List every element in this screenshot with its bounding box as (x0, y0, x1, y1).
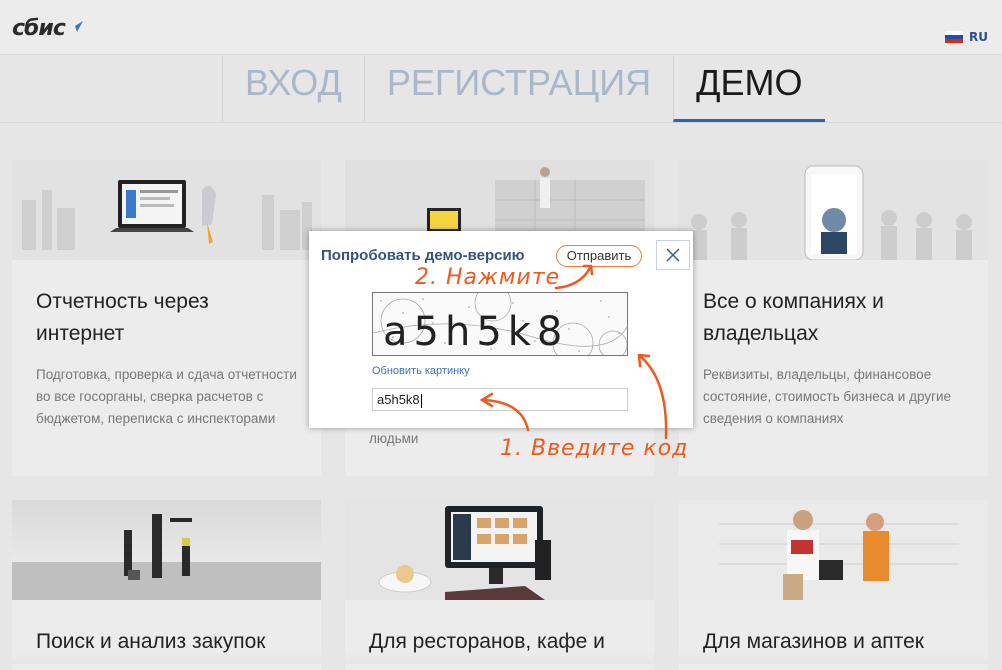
tab-registration[interactable]: РЕГИСТРАЦИЯ (363, 56, 673, 122)
card-image-shop (679, 500, 988, 600)
card-description: Реквизиты, владельцы, финансовое состоян… (703, 367, 952, 426)
card-image-pos (345, 500, 654, 600)
card-reporting[interactable]: Отчетность через интернет Подготовка, пр… (12, 160, 321, 476)
card-tenders[interactable]: Поиск и анализ закупок (12, 500, 321, 670)
input-value: a5h5k8 (377, 392, 420, 407)
card-image-binoculars (12, 500, 321, 600)
captcha-code-input[interactable]: a5h5k8 (372, 388, 628, 411)
auth-tabs: ВХОД РЕГИСТРАЦИЯ ДЕМО (222, 56, 825, 122)
captcha-image: a5h5k8 (372, 292, 628, 356)
card-image-laptop (12, 160, 321, 260)
tabs-divider (0, 122, 1002, 123)
language-label: RU (969, 30, 988, 44)
header: сбис RU (0, 0, 1002, 55)
captcha-text: a5h5k8 (383, 309, 568, 355)
send-button[interactable]: Отправить (556, 245, 642, 267)
dialog-title: Попробовать демо-версию (321, 247, 525, 264)
bottom-fade (0, 652, 1002, 664)
demo-dialog: Попробовать демо-версию Отправить a5h5k8… (309, 231, 693, 428)
card-image-phone (679, 160, 988, 260)
close-button[interactable] (656, 240, 690, 270)
card-restaurants[interactable]: Для ресторанов, кафе и (345, 500, 654, 670)
sbis-logo[interactable]: сбис (12, 16, 84, 41)
refresh-captcha-link[interactable]: Обновить картинку (372, 365, 470, 377)
card-title: Отчетность через интернет (36, 290, 209, 345)
annotation-step-1: 1. Введите код (500, 436, 689, 461)
text-caret (420, 393, 422, 408)
card-companies[interactable]: Все о компаниях и владельцах Реквизиты, … (679, 160, 988, 476)
bird-icon (66, 17, 83, 32)
language-switcher[interactable]: RU (945, 30, 988, 44)
card-description: Подготовка, проверка и сдача отчетности … (36, 367, 297, 426)
russia-flag-icon (945, 31, 964, 43)
tab-demo[interactable]: ДЕМО (673, 56, 825, 122)
close-icon (666, 248, 680, 262)
annotation-step-2: 2. Нажмите (415, 265, 561, 290)
card-title: Все о компаниях и владельцах (703, 290, 884, 345)
card-description-partial: людьми (369, 431, 419, 446)
logo-text: сбис (12, 16, 66, 41)
card-shops[interactable]: Для магазинов и аптек (679, 500, 988, 670)
tab-login[interactable]: ВХОД (222, 56, 364, 122)
